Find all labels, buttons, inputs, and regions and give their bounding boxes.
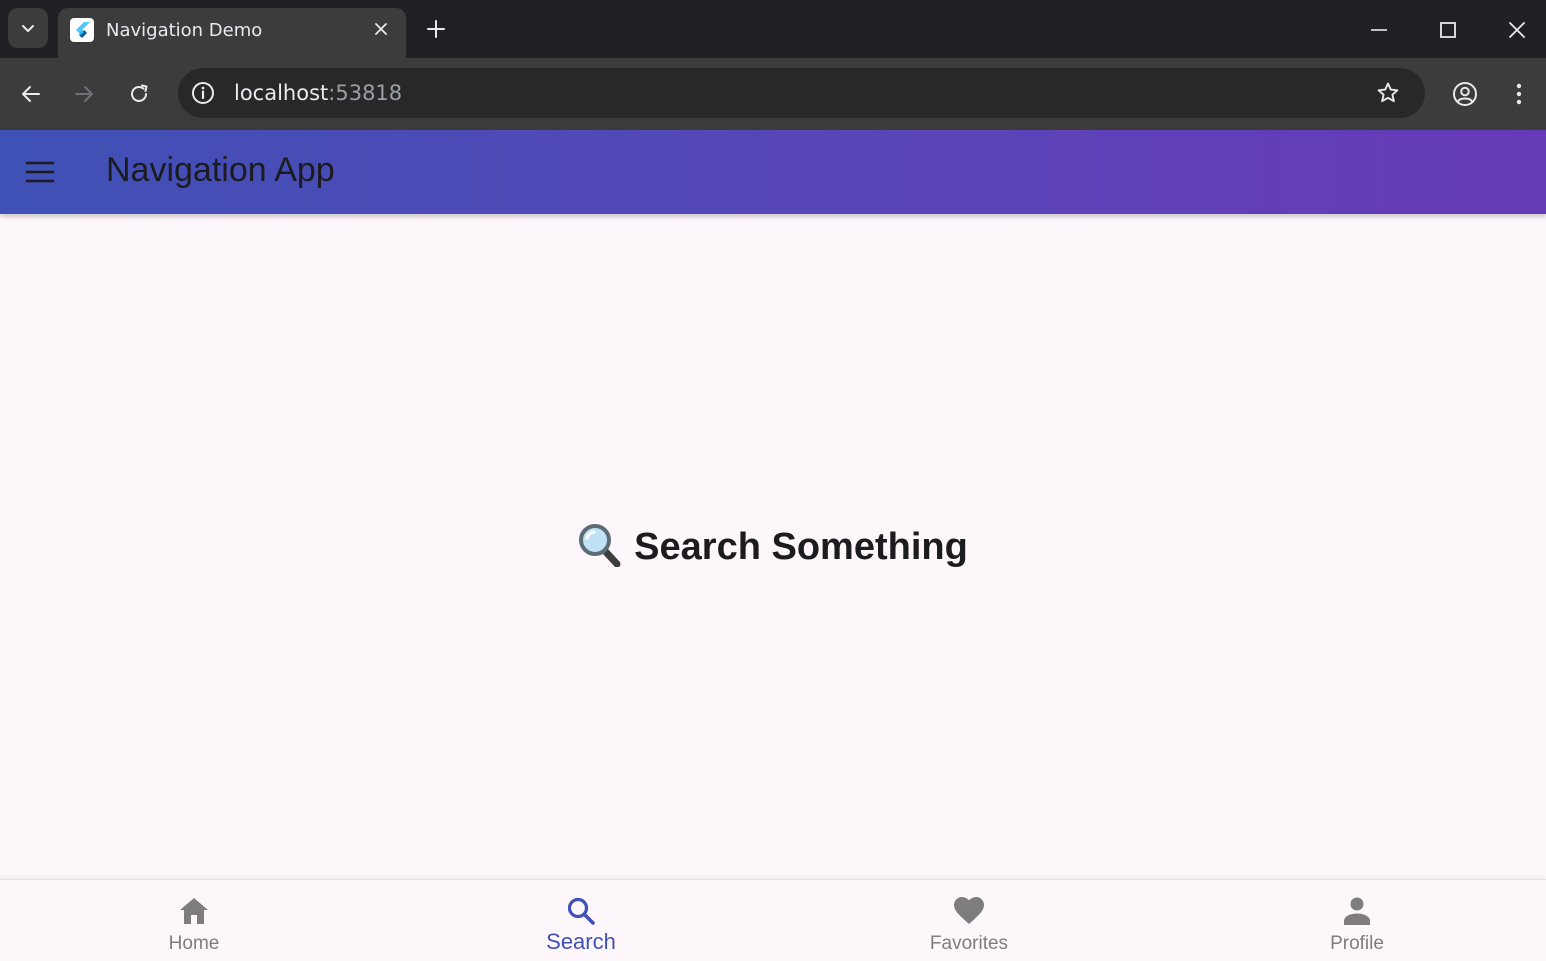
window-maximize-button[interactable]	[1428, 10, 1468, 50]
close-icon	[1509, 22, 1525, 38]
new-tab-button[interactable]	[422, 15, 450, 43]
bottom-nav-label: Profile	[1330, 933, 1384, 954]
bottom-nav-favorites[interactable]: Favorites	[775, 880, 1163, 961]
person-icon	[1340, 894, 1374, 928]
page-body: Search Something	[0, 214, 1546, 879]
address-bar[interactable]: localhost:53818	[178, 68, 1425, 118]
bottom-nav-label: Search	[546, 929, 616, 954]
url-text[interactable]: localhost:53818	[234, 81, 402, 105]
home-icon	[177, 894, 211, 928]
url-host: localhost	[234, 81, 329, 105]
more-vert-icon	[1516, 83, 1522, 105]
app-bar: Navigation App	[0, 130, 1546, 214]
bottom-nav-home[interactable]: Home	[0, 880, 388, 961]
bottom-nav-label: Home	[168, 933, 220, 954]
heart-icon	[952, 894, 986, 928]
back-button[interactable]	[13, 76, 49, 112]
center-message: Search Something	[0, 523, 1546, 572]
star-icon	[1377, 82, 1399, 103]
forward-button[interactable]	[66, 76, 102, 112]
arrow-left-icon	[22, 86, 40, 102]
window-close-button[interactable]	[1497, 10, 1537, 50]
account-circle-icon	[1453, 82, 1477, 106]
magnifier-emoji-icon	[578, 523, 622, 572]
url-port: :53818	[328, 81, 403, 105]
plus-icon	[427, 20, 445, 38]
reload-icon	[131, 84, 148, 102]
bottom-nav-profile[interactable]: Profile	[1163, 880, 1546, 961]
close-icon	[375, 23, 387, 35]
menu-icon	[26, 161, 54, 183]
app-title: Navigation App	[106, 151, 335, 189]
chevron-down-icon	[22, 25, 34, 32]
arrow-right-icon	[75, 86, 93, 102]
bottom-nav-search[interactable]: Search	[387, 880, 775, 961]
flutter-favicon-icon	[70, 18, 94, 42]
browser-toolbar: localhost:53818	[0, 58, 1546, 130]
browser-tab-active[interactable]: Navigation Demo	[58, 8, 406, 58]
center-message-text: Search Something	[634, 526, 968, 568]
bottom-nav-label: Favorites	[929, 933, 1009, 954]
search-icon	[564, 894, 598, 928]
bottom-navigation-bar: Home Search Favorites Profile	[0, 879, 1546, 961]
site-info-icon[interactable]	[190, 80, 216, 106]
minimize-icon	[1371, 29, 1387, 31]
bookmark-star-button[interactable]	[1374, 79, 1402, 107]
maximize-icon	[1440, 22, 1456, 38]
browser-tab-strip: Navigation Demo	[0, 0, 1546, 58]
window-minimize-button[interactable]	[1359, 10, 1399, 50]
browser-menu-button[interactable]	[1501, 76, 1537, 112]
reload-button[interactable]	[121, 76, 157, 112]
tab-title: Navigation Demo	[106, 20, 263, 41]
profile-button[interactable]	[1447, 76, 1483, 112]
drawer-menu-button[interactable]	[18, 150, 62, 194]
tab-search-button[interactable]	[8, 8, 48, 48]
tab-close-button[interactable]	[369, 17, 393, 41]
